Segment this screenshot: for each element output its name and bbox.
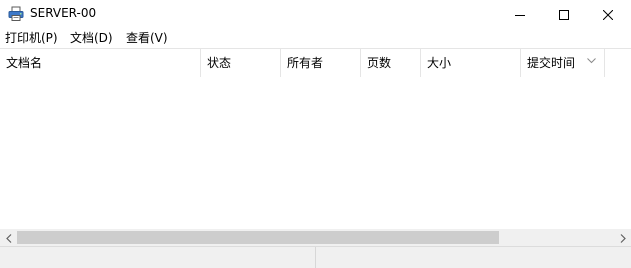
column-header-document-name[interactable]: 文档名 [0,49,201,77]
window-title: SERVER-00 [30,6,97,20]
menu-document[interactable]: 文档(D) [70,30,113,46]
menu-bar: 打印机(P) 文档(D) 查看(V) [0,28,631,48]
scroll-right-icon [620,228,626,247]
column-header-owner[interactable]: 所有者 [281,49,361,77]
status-pane-right [317,247,631,268]
list-header: 文档名 状态 所有者 页数 大小 提交时间 [0,48,631,77]
column-header-pages[interactable]: 页数 [361,49,421,77]
status-bar [0,246,631,268]
maximize-button[interactable] [541,0,587,28]
column-header-size[interactable]: 大小 [421,49,521,77]
status-pane-left [0,247,316,268]
maximize-icon [559,5,569,24]
scroll-left-button[interactable] [0,229,17,246]
menu-printer[interactable]: 打印机(P) [5,30,58,46]
close-icon [602,5,614,24]
horizontal-scrollbar[interactable] [0,229,631,246]
column-header-status[interactable]: 状态 [201,49,281,77]
scroll-right-button[interactable] [614,229,631,246]
chevron-down-icon [587,49,596,64]
print-queue-window: SERVER-00 打印机(P) 文档(D) 查看(V) 文档名 状态 所有者 … [0,0,631,268]
minimize-icon [515,5,525,24]
menu-view[interactable]: 查看(V) [126,30,168,46]
title-bar[interactable]: SERVER-00 [0,0,631,28]
printer-icon [8,6,24,22]
scroll-left-icon [5,228,12,247]
minimize-button[interactable] [497,0,543,28]
document-list[interactable] [0,77,631,229]
close-button[interactable] [585,0,631,28]
scrollbar-thumb[interactable] [17,231,499,244]
